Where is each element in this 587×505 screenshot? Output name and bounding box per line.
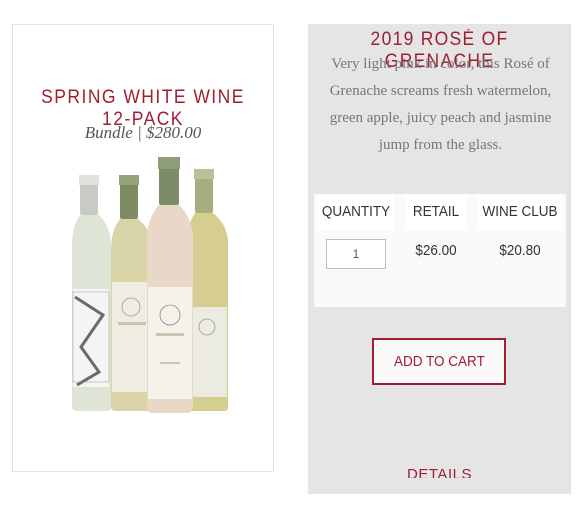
retail-price: $26.00 [415, 242, 457, 259]
bottle-4 [187, 169, 228, 411]
product-card-rose: 2019 ROSÉ OF GRENACHE Very light pink in… [308, 24, 571, 494]
bottle-1 [72, 175, 111, 411]
bundle-price: Bundle | $280.00 [84, 123, 202, 142]
quantity-header: QUANTITY [318, 194, 394, 230]
bottle-2 [111, 175, 153, 411]
retail-header: RETAIL [405, 194, 467, 230]
wine-bottles-image[interactable] [63, 157, 233, 413]
wine-club-header: WINE CLUB [478, 194, 562, 230]
wine-club-price: $20.80 [499, 242, 541, 259]
details-link[interactable]: DETAILS [308, 466, 571, 478]
bottle-3 [147, 157, 193, 413]
add-to-cart-label: ADD TO CART [393, 353, 485, 370]
bundle-card[interactable]: SPRING WHITE WINE 12-PACK Bundle | $280.… [12, 24, 274, 472]
price-table: QUANTITY RETAIL WINE CLUB $26.00 $20.80 [314, 194, 566, 307]
wine-description: Very light pink in color, this Rosé of G… [329, 56, 552, 153]
add-to-cart-button[interactable]: ADD TO CART [372, 338, 506, 385]
quantity-input[interactable] [326, 239, 386, 269]
